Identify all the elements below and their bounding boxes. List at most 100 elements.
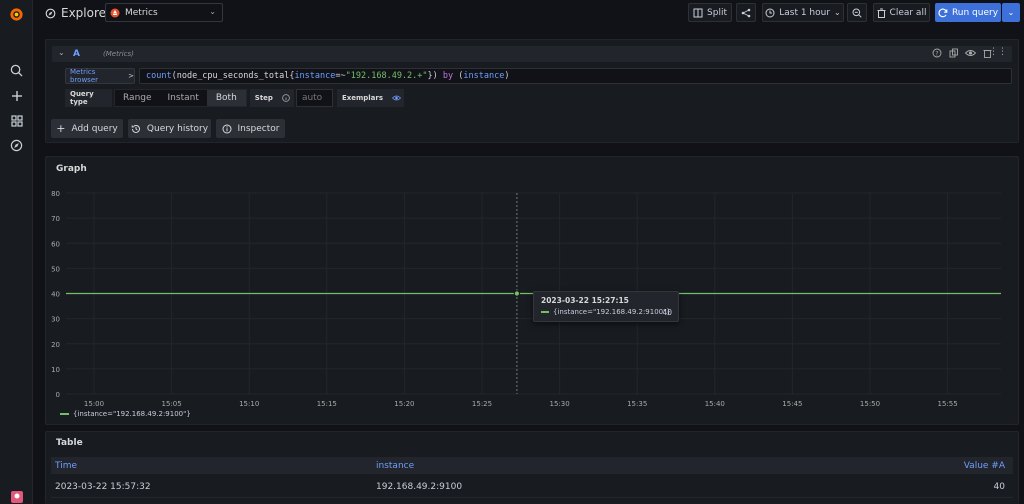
legend-swatch	[60, 413, 69, 415]
query-type-instant[interactable]: Instant	[160, 90, 207, 106]
expr-paren: )	[504, 71, 510, 81]
run-query-label: Run query	[951, 7, 999, 18]
collapse-chevron-icon[interactable]: ⌄	[58, 48, 65, 57]
chevron-down-icon: ⌄	[834, 8, 841, 17]
expr-metric: node_cpu_seconds_total	[176, 71, 290, 81]
expr-group-label: instance	[463, 71, 505, 81]
datasource-select-value: Metrics	[125, 7, 158, 18]
eye-icon	[391, 95, 401, 101]
time-range-value: Last 1 hour	[779, 7, 831, 18]
duplicate-query-icon[interactable]	[949, 48, 959, 61]
expr-paren: )	[432, 71, 438, 81]
y-tick-label: 40	[51, 291, 60, 299]
zoom-out-button[interactable]	[847, 3, 867, 22]
x-tick-label: 15:00	[84, 400, 104, 408]
x-tick-label: 15:10	[239, 400, 259, 408]
sidebar	[0, 0, 33, 504]
info-icon	[222, 124, 231, 133]
graph-legend: {instance="192.168.49.2:9100"}	[60, 410, 191, 418]
plus-icon: +	[56, 122, 66, 135]
graph-panel: Graph 0 10 20 30 40 50 60 70 80 15:00 15:05 15:10 15…	[45, 156, 1019, 425]
x-tick-label: 15:30	[550, 400, 570, 408]
drag-handle-icon[interactable]: ⋮⋮	[989, 47, 1007, 57]
zoom-out-icon	[852, 8, 862, 18]
tooltip-value: 40	[662, 308, 672, 317]
y-tick-label: 20	[51, 341, 60, 349]
step-input[interactable]	[295, 89, 333, 107]
dashboards-icon[interactable]	[8, 112, 25, 129]
metrics-browser-label: Metrics browser	[70, 68, 99, 84]
grafana-logo-icon[interactable]	[8, 6, 25, 23]
toggle-visibility-icon[interactable]	[964, 48, 977, 61]
table-cell-time: 2023-03-22 15:57:32	[55, 482, 151, 492]
query-ref-id[interactable]: A	[73, 49, 80, 59]
x-tick-label: 15:25	[472, 400, 492, 408]
chevron-right-icon: >	[128, 72, 134, 80]
x-tick-label: 15:45	[782, 400, 802, 408]
table-header-instance[interactable]: instance	[376, 461, 414, 471]
table-header-value[interactable]: Value #A	[964, 461, 1005, 471]
exemplars-toggle[interactable]	[388, 89, 405, 107]
expr-op: =~	[335, 71, 346, 81]
y-tick-label: 70	[51, 215, 60, 223]
trash-icon	[877, 8, 886, 18]
x-tick-label: 15:05	[162, 400, 182, 408]
refresh-icon	[938, 8, 948, 17]
help-icon[interactable]: ?	[932, 48, 942, 61]
x-tick-label: 15:20	[394, 400, 414, 408]
chevron-down-icon: ⌄	[1007, 8, 1015, 17]
explore-compass-icon[interactable]	[8, 137, 25, 154]
exemplars-label: Exemplars	[336, 89, 389, 107]
graph-chart[interactable]: 0 10 20 30 40 50 60 70 80 15:00 15:05 15:10 15:15 15:…	[46, 157, 1018, 424]
explore-compass-icon	[45, 8, 56, 18]
user-avatar-icon[interactable]	[8, 488, 25, 504]
y-tick-label: 30	[51, 316, 60, 324]
query-type-range[interactable]: Range	[115, 90, 160, 106]
split-label: Split	[707, 7, 727, 18]
query-history-button[interactable]: Query history	[128, 119, 211, 138]
metrics-browser-button[interactable]: Metrics browser >	[65, 68, 135, 84]
svg-text:?: ?	[935, 50, 938, 57]
hover-point	[513, 290, 521, 297]
table-panel: Table Time instance Value #A 2023-03-22 …	[45, 431, 1019, 504]
plus-icon[interactable]	[8, 87, 25, 104]
split-icon	[693, 8, 703, 17]
y-tick-label: 50	[51, 265, 60, 273]
history-icon	[131, 124, 140, 133]
datasource-select[interactable]: Metrics ⌄	[105, 3, 223, 22]
share-icon	[741, 8, 751, 17]
x-tick-label: 15:15	[317, 400, 337, 408]
legend-series-name[interactable]: {instance="192.168.49.2:9100"}	[73, 410, 191, 418]
y-tick-label: 10	[51, 366, 60, 374]
expr-fn: count	[146, 71, 172, 81]
split-button[interactable]: Split	[688, 3, 732, 22]
y-tick-label: 60	[51, 240, 60, 248]
clear-all-button[interactable]: Clear all	[873, 3, 930, 22]
prometheus-icon	[110, 8, 120, 17]
page-title: Explore	[45, 6, 106, 20]
step-info-icon[interactable]	[277, 89, 294, 107]
query-type-both[interactable]: Both	[206, 90, 246, 106]
tooltip-series-swatch	[541, 311, 549, 313]
clear-all-label: Clear all	[889, 7, 927, 18]
query-expression-input[interactable]: count(node_cpu_seconds_total{instance =~ "…	[139, 68, 1012, 84]
expr-label: instance	[294, 71, 336, 81]
graph-tooltip: 2023-03-22 15:27:15 {instance="192.168.4…	[533, 291, 679, 322]
inspector-label: Inspector	[237, 123, 280, 134]
add-query-button[interactable]: + Add query	[51, 119, 123, 138]
time-range-picker[interactable]: Last 1 hour ⌄	[762, 3, 844, 22]
query-type-label: Query type	[65, 89, 112, 107]
table-row: 2023-03-22 15:57:32 192.168.49.2:9100 40	[51, 474, 1013, 498]
search-icon[interactable]	[8, 62, 25, 79]
run-query-button[interactable]: Run query	[935, 3, 1001, 22]
table-title: Table	[56, 438, 83, 448]
x-tick-label: 15:35	[627, 400, 647, 408]
inspector-button[interactable]: Inspector	[216, 119, 285, 138]
share-button[interactable]	[736, 3, 756, 22]
tooltip-series-name: {instance="192.168.49.2:9100"}	[553, 308, 671, 316]
query-options-row: Query type Range Instant Both Step Exemp…	[65, 89, 405, 107]
add-query-label: Add query	[71, 123, 118, 134]
table-header-time[interactable]: Time	[55, 461, 77, 471]
x-tick-label: 15:40	[705, 400, 725, 408]
run-query-dropdown[interactable]: ⌄	[1002, 3, 1020, 22]
